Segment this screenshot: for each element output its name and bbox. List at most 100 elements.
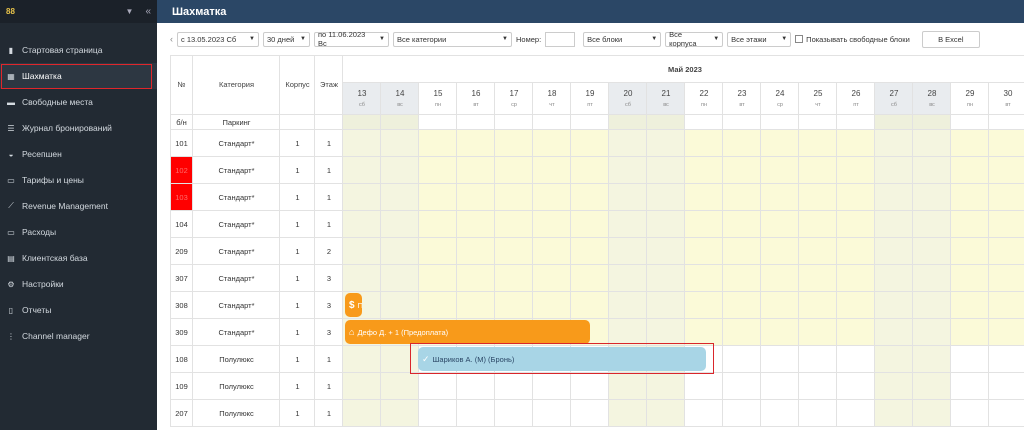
day-cell[interactable] bbox=[761, 373, 799, 400]
day-cell[interactable] bbox=[685, 115, 723, 130]
day-header[interactable] bbox=[571, 83, 609, 115]
day-cell[interactable] bbox=[989, 292, 1024, 319]
day-cell[interactable] bbox=[951, 373, 989, 400]
day-cell[interactable] bbox=[647, 292, 685, 319]
day-cell[interactable] bbox=[457, 238, 495, 265]
day-cell[interactable] bbox=[343, 115, 381, 130]
day-header[interactable] bbox=[761, 83, 799, 115]
day-cell[interactable] bbox=[457, 265, 495, 292]
day-cell[interactable] bbox=[761, 130, 799, 157]
day-cell[interactable] bbox=[381, 115, 419, 130]
row-num-text[interactable]: 308 bbox=[170, 301, 193, 310]
day-cell[interactable] bbox=[799, 184, 837, 211]
day-cell[interactable] bbox=[837, 157, 875, 184]
day-cell[interactable] bbox=[609, 292, 647, 319]
day-cell[interactable] bbox=[647, 238, 685, 265]
day-cell[interactable] bbox=[419, 130, 457, 157]
sidebar-item-0[interactable]: ▮ Стартовая страница bbox=[0, 37, 157, 63]
day-cell[interactable] bbox=[799, 400, 837, 427]
row-num-text[interactable]: 102 bbox=[170, 166, 193, 175]
day-cell[interactable] bbox=[761, 400, 799, 427]
floors-select[interactable]: Все этажи ▼ bbox=[727, 31, 792, 47]
day-cell[interactable] bbox=[533, 238, 571, 265]
day-cell[interactable] bbox=[381, 130, 419, 157]
day-cell[interactable] bbox=[799, 157, 837, 184]
day-cell[interactable] bbox=[647, 130, 685, 157]
day-cell[interactable] bbox=[381, 292, 419, 319]
day-cell[interactable] bbox=[419, 157, 457, 184]
day-cell[interactable] bbox=[875, 346, 913, 373]
booking-bar[interactable]: $ П bbox=[345, 293, 362, 317]
day-cell[interactable] bbox=[723, 346, 761, 373]
date-to-select[interactable]: по 11.06.2023 Вс ▼ bbox=[314, 30, 389, 48]
day-cell[interactable] bbox=[761, 292, 799, 319]
day-header[interactable] bbox=[533, 83, 571, 115]
day-cell[interactable] bbox=[533, 157, 571, 184]
day-cell[interactable] bbox=[989, 346, 1024, 373]
day-cell[interactable] bbox=[875, 115, 913, 130]
row-num-text[interactable]: 309 bbox=[170, 328, 193, 337]
sidebar-item-7[interactable]: ▭ Расходы bbox=[0, 219, 157, 245]
day-cell[interactable] bbox=[799, 292, 837, 319]
day-cell[interactable] bbox=[875, 265, 913, 292]
day-cell[interactable] bbox=[495, 184, 533, 211]
day-header[interactable] bbox=[609, 83, 647, 115]
day-cell[interactable] bbox=[913, 373, 951, 400]
collapse-sidebar-icon[interactable]: « bbox=[145, 6, 151, 17]
day-cell[interactable] bbox=[989, 211, 1024, 238]
day-cell[interactable] bbox=[381, 238, 419, 265]
booking-bar[interactable]: ⌂ Дефо Д. + 1 (Предоплата) bbox=[345, 320, 590, 344]
day-cell[interactable] bbox=[951, 238, 989, 265]
day-cell[interactable] bbox=[343, 373, 381, 400]
day-cell[interactable] bbox=[381, 211, 419, 238]
row-num-text[interactable]: б/н bbox=[170, 118, 193, 127]
day-cell[interactable] bbox=[609, 319, 647, 346]
day-cell[interactable] bbox=[609, 115, 647, 130]
day-cell[interactable] bbox=[419, 400, 457, 427]
day-cell[interactable] bbox=[533, 373, 571, 400]
day-cell[interactable] bbox=[989, 373, 1024, 400]
day-cell[interactable] bbox=[723, 373, 761, 400]
day-cell[interactable] bbox=[837, 400, 875, 427]
day-header[interactable] bbox=[989, 83, 1024, 115]
day-header[interactable] bbox=[343, 83, 381, 115]
sidebar-item-6[interactable]: ⟋ Revenue Management bbox=[0, 193, 157, 219]
day-cell[interactable] bbox=[875, 211, 913, 238]
row-num-text[interactable]: 108 bbox=[170, 355, 193, 364]
day-cell[interactable] bbox=[761, 115, 799, 130]
day-header[interactable] bbox=[495, 83, 533, 115]
day-cell[interactable] bbox=[343, 184, 381, 211]
day-cell[interactable] bbox=[799, 238, 837, 265]
day-cell[interactable] bbox=[647, 373, 685, 400]
day-cell[interactable] bbox=[723, 184, 761, 211]
day-cell[interactable] bbox=[419, 115, 457, 130]
day-cell[interactable] bbox=[837, 115, 875, 130]
day-cell[interactable] bbox=[913, 238, 951, 265]
day-cell[interactable] bbox=[685, 130, 723, 157]
day-cell[interactable] bbox=[913, 115, 951, 130]
day-cell[interactable] bbox=[951, 157, 989, 184]
day-cell[interactable] bbox=[381, 184, 419, 211]
show-free-checkbox[interactable] bbox=[795, 35, 804, 43]
day-cell[interactable] bbox=[913, 265, 951, 292]
day-cell[interactable] bbox=[875, 184, 913, 211]
day-cell[interactable] bbox=[837, 184, 875, 211]
day-cell[interactable] bbox=[951, 319, 989, 346]
day-cell[interactable] bbox=[609, 130, 647, 157]
day-cell[interactable] bbox=[685, 373, 723, 400]
day-cell[interactable] bbox=[609, 400, 647, 427]
blocks-select[interactable]: Все блоки ▼ bbox=[583, 31, 662, 47]
day-cell[interactable] bbox=[381, 265, 419, 292]
day-cell[interactable] bbox=[875, 319, 913, 346]
day-header[interactable] bbox=[951, 83, 989, 115]
day-cell[interactable] bbox=[913, 319, 951, 346]
day-cell[interactable] bbox=[799, 373, 837, 400]
day-cell[interactable] bbox=[457, 373, 495, 400]
day-header[interactable] bbox=[647, 83, 685, 115]
day-cell[interactable] bbox=[419, 184, 457, 211]
day-cell[interactable] bbox=[875, 373, 913, 400]
day-cell[interactable] bbox=[647, 184, 685, 211]
day-cell[interactable] bbox=[761, 265, 799, 292]
day-cell[interactable] bbox=[951, 211, 989, 238]
day-cell[interactable] bbox=[533, 184, 571, 211]
